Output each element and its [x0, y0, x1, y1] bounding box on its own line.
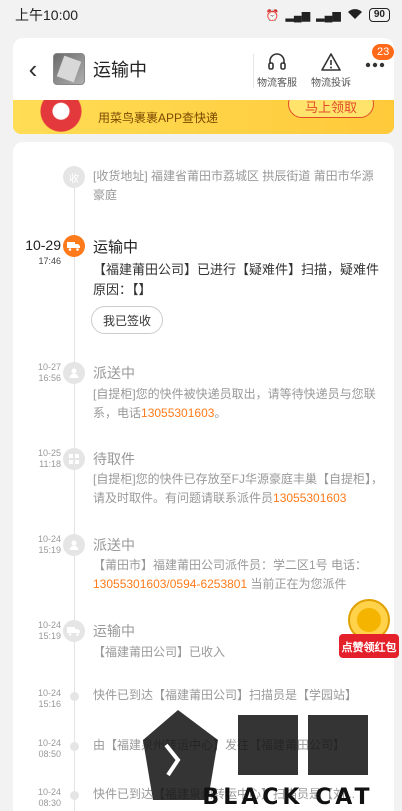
banner-claim-button[interactable]: 马上领取 [287, 100, 374, 118]
courier-phone-link[interactable]: 13055301603/0594-6253801 [93, 577, 247, 591]
back-button[interactable]: ‹ [13, 38, 53, 100]
banner-mascot-icon [35, 100, 87, 134]
page-title: 运输中 [93, 60, 147, 80]
event-description: [自提柜]您的快件已存放至FJ华源豪庭丰巢【自提柜】，请及时取件。有问题请联系派… [93, 472, 384, 505]
logistics-service-label: 物流客服 [257, 77, 297, 89]
event-title: 派送中 [93, 365, 135, 381]
event-date: 10-27 16:56 [13, 362, 61, 384]
event-date: 10-24 15:16 [13, 688, 61, 710]
message-badge: 23 [372, 43, 395, 60]
event-date-time: 15:19 [38, 631, 61, 641]
event-date: 10-24 08:30 [13, 787, 61, 809]
receive-node-icon: 收 [63, 166, 85, 188]
event-date-day: 10-24 [37, 787, 61, 797]
status-bar: 上午10:00 ⏰ ▂▄▆ ▂▄▆ 90 [0, 0, 402, 30]
event-date: 10-24 15:19 [13, 534, 61, 556]
signal-icon: ▂▄▆ [285, 9, 311, 22]
status-time: 上午10:00 [15, 7, 79, 23]
event-title: 运输中 [93, 623, 135, 639]
event-date-time: 08:50 [38, 749, 61, 759]
event-date-day: 10-25 [37, 448, 61, 458]
product-thumbnail [53, 53, 85, 85]
alarm-icon: ⏰ [265, 9, 280, 22]
person-icon [63, 362, 85, 384]
banner-text: 用菜鸟裹裹APP查快递 [98, 111, 219, 125]
locker-icon [63, 448, 85, 470]
event-date-day: 10-24 [37, 688, 61, 698]
event-description: 【莆田市】福建莆田公司派件员：学二区1号 电话：13055301603/0594… [93, 558, 368, 591]
event-date-time: 15:16 [38, 699, 61, 709]
red-packet-label: 点赞领红包 [342, 640, 397, 654]
courier-phone-link[interactable]: 13055301603 [273, 491, 346, 505]
event-date-time: 15:19 [38, 545, 61, 555]
more-button[interactable]: 23 [362, 43, 395, 68]
status-icons: ⏰ ▂▄▆ ▂▄▆ 90 [266, 8, 390, 23]
event-date: 10-29 17:46 [13, 237, 61, 269]
promo-banner[interactable]: 用菜鸟裹裹APP查快递 马上领取 [13, 100, 394, 134]
event-title: 运输中 [93, 239, 139, 256]
event-title: 待取件 [93, 451, 135, 467]
headset-icon [266, 50, 288, 74]
logistics-complaint-button[interactable]: 物流投诉 [308, 50, 354, 89]
signal-icon-2: ▂▄▆ [316, 9, 341, 22]
wifi-icon [347, 8, 363, 23]
timeline-line [74, 178, 75, 811]
battery-icon: 90 [368, 8, 390, 22]
event-date: 10-25 11:18 [13, 448, 61, 470]
truck-icon [63, 620, 85, 642]
timeline-dot [70, 692, 79, 701]
red-packet-float-button[interactable]: 点赞领红包 [337, 596, 401, 662]
event-date-time: 17:46 [38, 256, 61, 266]
event-date: 10-24 15:19 [13, 620, 61, 642]
event-description: 【福建莆田公司】已进行【疑难件】扫描，疑难件原因：【】 [93, 262, 380, 297]
event-date-day: 10-27 [37, 362, 61, 372]
event-date-time: 11:18 [39, 459, 61, 469]
watermark-text: BLACK CAT [202, 785, 373, 810]
header: ‹ 运输中 物流客服 物流投诉 23 [13, 38, 395, 100]
event-date: 10-24 08:50 [13, 738, 61, 760]
courier-phone-link[interactable]: 13055301603 [141, 406, 214, 420]
delivery-address: [收货地址] 福建省莆田市荔城区 拱辰街道 莆田市华源豪庭 [93, 169, 374, 202]
event-date-day: 10-24 [37, 620, 61, 630]
event-title: 派送中 [93, 537, 135, 553]
event-description: [自提柜]您的快件被快递员取出，请等待快递员与您联系，电话13055301603… [93, 387, 376, 420]
timeline-dot [70, 742, 79, 751]
event-date-time: 16:56 [38, 373, 61, 383]
logistics-complaint-label: 物流投诉 [311, 77, 351, 89]
event-date-day: 10-24 [37, 534, 61, 544]
event-date-day: 10-29 [25, 237, 61, 253]
more-icon [365, 62, 385, 67]
person-icon [63, 534, 85, 556]
watermark-logo: BLACK CAT [138, 700, 400, 810]
event-date-day: 10-24 [37, 738, 61, 748]
logistics-service-button[interactable]: 物流客服 [254, 50, 300, 89]
warning-icon [320, 50, 342, 74]
header-actions: 物流客服 物流投诉 23 [254, 43, 395, 89]
event-date-time: 08:30 [38, 798, 61, 808]
timeline-dot [70, 791, 79, 800]
confirm-received-button[interactable]: 我已签收 [91, 306, 163, 334]
truck-icon [63, 235, 85, 257]
